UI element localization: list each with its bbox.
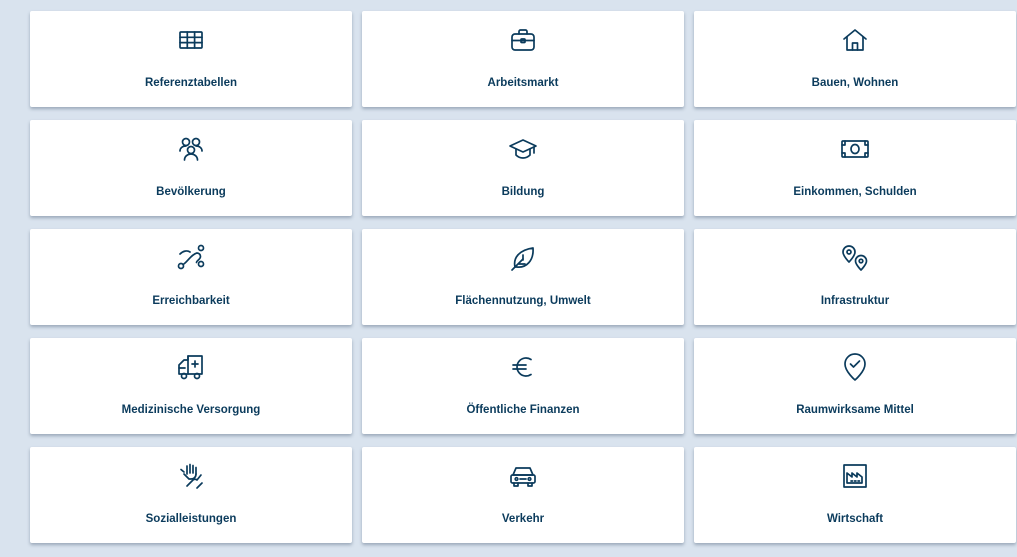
tile-label: Infrastruktur: [820, 295, 890, 307]
house-icon: [839, 24, 871, 56]
leaf-icon: [507, 242, 539, 274]
tile-label: Medizinische Versorgung: [121, 404, 261, 416]
people-icon: [175, 133, 207, 165]
tile-label: Erreichbarkeit: [152, 295, 230, 307]
tile-verkehr[interactable]: Verkehr: [362, 447, 684, 543]
location-check-icon: [839, 351, 871, 383]
map-pins-icon: [839, 242, 871, 274]
tile-infrastruktur[interactable]: Infrastruktur: [694, 229, 1016, 325]
tile-label: Öffentliche Finanzen: [466, 404, 580, 416]
table-icon: [175, 24, 207, 56]
tile-oeffentliche-finanzen[interactable]: Öffentliche Finanzen: [362, 338, 684, 434]
graduation-cap-icon: [507, 133, 539, 165]
factory-icon: [839, 460, 871, 492]
tile-label: Flächennutzung, Umwelt: [455, 295, 591, 307]
car-icon: [507, 460, 539, 492]
tile-referenztabellen[interactable]: Referenztabellen: [30, 11, 352, 107]
tile-sozialleistungen[interactable]: Sozialleistungen: [30, 447, 352, 543]
briefcase-icon: [507, 24, 539, 56]
tile-label: Bildung: [501, 186, 545, 198]
tile-label: Raumwirksame Mittel: [796, 404, 914, 416]
tile-bauen-wohnen[interactable]: Bauen, Wohnen: [694, 11, 1016, 107]
tile-label: Arbeitsmarkt: [487, 77, 559, 89]
tile-bildung[interactable]: Bildung: [362, 120, 684, 216]
tile-wirtschaft[interactable]: Wirtschaft: [694, 447, 1016, 543]
category-grid: Referenztabellen Arbeitsmarkt Bauen, Woh…: [30, 11, 1016, 543]
tile-medizinische-versorgung[interactable]: Medizinische Versorgung: [30, 338, 352, 434]
tile-label: Bauen, Wohnen: [811, 77, 899, 89]
tile-label: Sozialleistungen: [145, 513, 237, 525]
ambulance-icon: [175, 351, 207, 383]
route-icon: [175, 242, 207, 274]
tile-label: Wirtschaft: [826, 513, 884, 525]
helping-hands-icon: [175, 460, 207, 492]
tile-einkommen-schulden[interactable]: Einkommen, Schulden: [694, 120, 1016, 216]
banknote-icon: [839, 133, 871, 165]
tile-label: Bevölkerung: [156, 186, 226, 198]
tile-label: Referenztabellen: [144, 77, 238, 89]
tile-arbeitsmarkt[interactable]: Arbeitsmarkt: [362, 11, 684, 107]
tile-erreichbarkeit[interactable]: Erreichbarkeit: [30, 229, 352, 325]
tile-bevoelkerung[interactable]: Bevölkerung: [30, 120, 352, 216]
tile-label: Einkommen, Schulden: [793, 186, 917, 198]
tile-raumwirksame-mittel[interactable]: Raumwirksame Mittel: [694, 338, 1016, 434]
euro-icon: [507, 351, 539, 383]
tile-label: Verkehr: [501, 513, 545, 525]
tile-flaechennutzung-umwelt[interactable]: Flächennutzung, Umwelt: [362, 229, 684, 325]
